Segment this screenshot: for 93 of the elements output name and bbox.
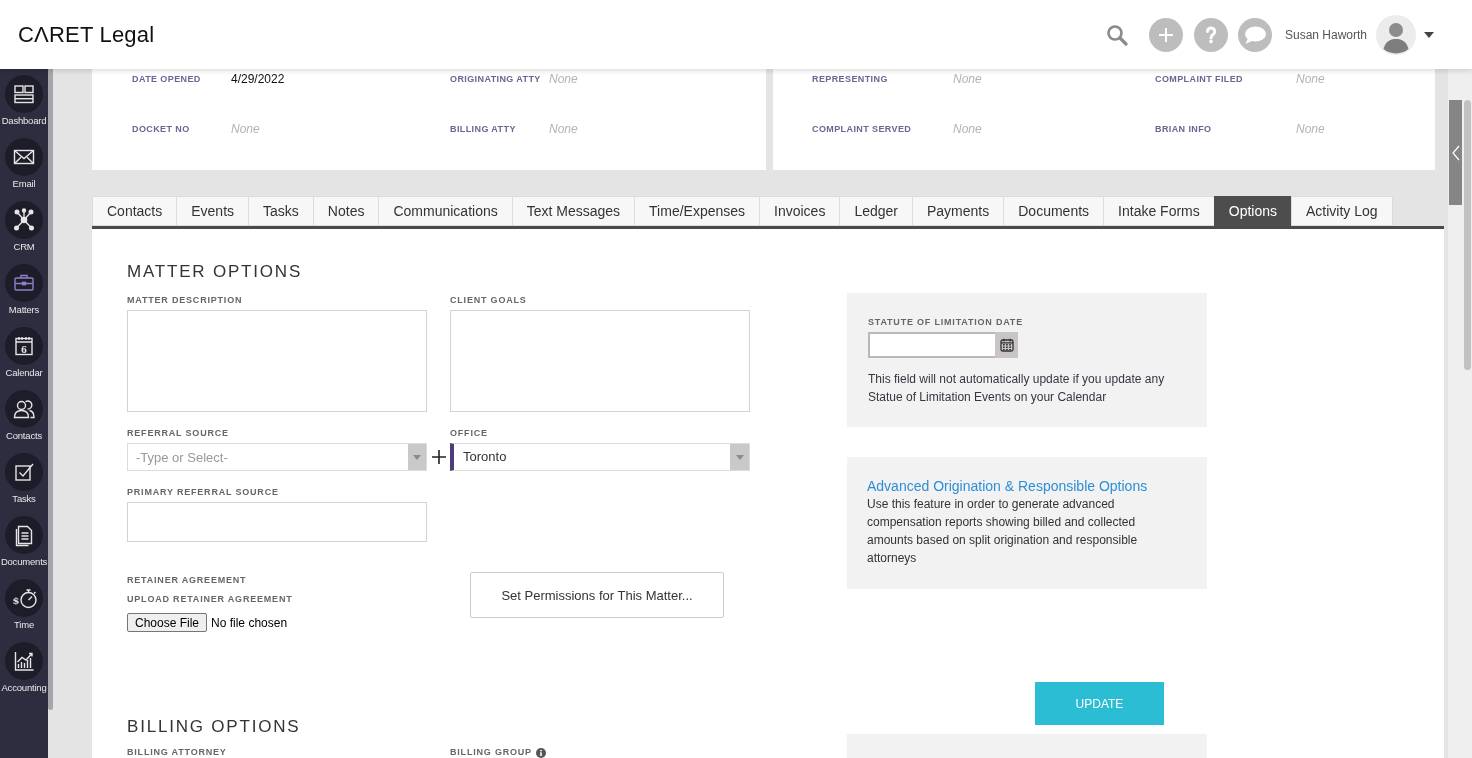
people-icon xyxy=(5,390,43,428)
sidebar-item[interactable]: Tasks xyxy=(0,451,48,514)
text-area[interactable] xyxy=(450,310,750,412)
scrollbar-thumb[interactable] xyxy=(1464,100,1471,370)
field-label: BILLING ATTORNEY xyxy=(127,747,227,758)
chevron-left-icon xyxy=(1451,144,1460,161)
sidebar-item[interactable]: CRM xyxy=(0,199,48,262)
field-label: BILLING ATTY xyxy=(450,124,517,134)
chart-icon xyxy=(5,642,43,680)
field-label: OFFICE xyxy=(450,427,488,439)
field-value: None xyxy=(1296,122,1326,136)
envelope-icon xyxy=(5,138,43,176)
tab[interactable]: Communications xyxy=(378,196,512,226)
search-icon[interactable] xyxy=(1105,23,1128,46)
permissions-button[interactable]: Set Permissions for This Matter... xyxy=(470,572,724,618)
field-label: RETAINER AGREEMENT xyxy=(127,574,248,586)
sidebar-item[interactable]: Dashboard xyxy=(0,73,48,136)
field-value: None xyxy=(549,72,579,86)
text-area[interactable] xyxy=(127,310,427,412)
calendar-icon xyxy=(999,338,1014,352)
add-icon[interactable] xyxy=(431,450,446,464)
tab[interactable]: Activity Log xyxy=(1291,196,1393,226)
section-title: BILLING OPTIONS xyxy=(127,717,302,737)
field-label: BRIAN INFO xyxy=(1155,124,1213,134)
text-field[interactable] xyxy=(127,502,427,542)
field-label: UPLOAD RETAINER AGREEMENT xyxy=(127,593,294,605)
field-label: DOCKET NO xyxy=(132,124,191,134)
tab[interactable]: Payments xyxy=(912,196,1004,226)
field-label: REPRESENTING xyxy=(812,74,889,84)
field-value: None xyxy=(1296,72,1326,86)
field-label: PRIMARY REFERRAL SOURCE xyxy=(127,486,279,498)
tab[interactable]: Text Messages xyxy=(511,196,635,226)
briefcase-icon xyxy=(5,264,43,302)
sidebar-item[interactable]: 6 Calendar xyxy=(0,325,48,388)
tab[interactable]: Intake Forms xyxy=(1103,196,1214,226)
user-name: Susan Haworth xyxy=(1284,27,1367,42)
calendar-button[interactable] xyxy=(995,332,1018,358)
choose-file-button[interactable]: Choose File xyxy=(127,613,208,632)
section-title: MATTER OPTIONS xyxy=(127,262,304,282)
field-label: DATE OPENED xyxy=(132,74,202,84)
field-value: None xyxy=(953,72,983,86)
tab[interactable]: Tasks xyxy=(248,196,313,226)
field-value: None xyxy=(231,122,261,136)
checkbox-icon xyxy=(5,453,43,491)
calendar-icon: 6 xyxy=(5,327,43,365)
sidebar-item[interactable]: $ Time xyxy=(0,577,48,640)
add-button[interactable] xyxy=(1148,17,1183,52)
scrollbar-thumb[interactable] xyxy=(48,69,53,710)
caret-down-icon xyxy=(735,454,744,460)
help-icon xyxy=(1204,25,1217,44)
tab[interactable]: Documents xyxy=(1003,196,1104,226)
tab[interactable]: Options xyxy=(1213,196,1291,226)
sidebar-item[interactable]: Matters xyxy=(0,262,48,325)
field-label: CLIENT GOALS xyxy=(450,294,527,306)
avatar-icon[interactable] xyxy=(1376,14,1416,55)
tab[interactable]: Invoices xyxy=(759,196,840,226)
field-value: 4/29/2022 xyxy=(231,72,286,86)
field-value: None xyxy=(953,122,983,136)
tab[interactable]: Contacts xyxy=(92,196,177,226)
info-icon[interactable] xyxy=(535,747,546,758)
tab[interactable]: Events xyxy=(176,196,249,226)
date-field[interactable] xyxy=(868,332,995,358)
chat-button[interactable] xyxy=(1237,17,1272,52)
dropdown-button[interactable] xyxy=(730,444,749,470)
tab[interactable]: Notes xyxy=(312,196,379,226)
sidebar-item[interactable]: Documents xyxy=(0,514,48,577)
sidebar-item[interactable]: Email xyxy=(0,136,48,199)
field-label: REFERRAL SOURCE xyxy=(127,427,229,439)
file-status-text: No file chosen xyxy=(211,615,288,630)
logo[interactable]: CΛRET Legal xyxy=(18,21,155,48)
help-button[interactable] xyxy=(1193,17,1228,52)
sidebar-item[interactable]: Contacts xyxy=(0,388,48,451)
caret-down-icon[interactable] xyxy=(1424,31,1434,38)
sidebar-item[interactable]: Accounting xyxy=(0,640,48,703)
note-text: This field will not automatically update if you update any Statue of Limitation Events on your Calendar xyxy=(868,371,1166,406)
document-icon xyxy=(5,516,43,554)
field-label: STATUTE OF LIMITATION DATE xyxy=(868,316,1024,328)
panels-icon xyxy=(5,75,43,113)
field-label: COMPLAINT FILED xyxy=(1155,74,1244,84)
network-icon xyxy=(5,201,43,239)
tab[interactable]: Ledger xyxy=(839,196,912,226)
field-value: None xyxy=(549,122,579,136)
plus-icon xyxy=(1157,26,1174,43)
select-field[interactable]: Toronto xyxy=(450,443,750,471)
tab[interactable]: Time/Expenses xyxy=(634,196,760,226)
stopwatch-icon: $ xyxy=(5,579,43,617)
description-text: Use this feature in order to generate advanced compensation reports showing billed and collected amounts based on split origination and responsible attorneys xyxy=(867,496,1139,567)
field-label: BILLING GROUP xyxy=(450,747,532,758)
field-label: MATTER DESCRIPTION xyxy=(127,294,243,306)
field-label: ORIGINATING ATTY xyxy=(450,74,542,84)
speech-bubble-icon xyxy=(1242,24,1267,45)
collapse-tab[interactable] xyxy=(1449,100,1462,205)
field-label: COMPLAINT SERVED xyxy=(812,124,913,134)
